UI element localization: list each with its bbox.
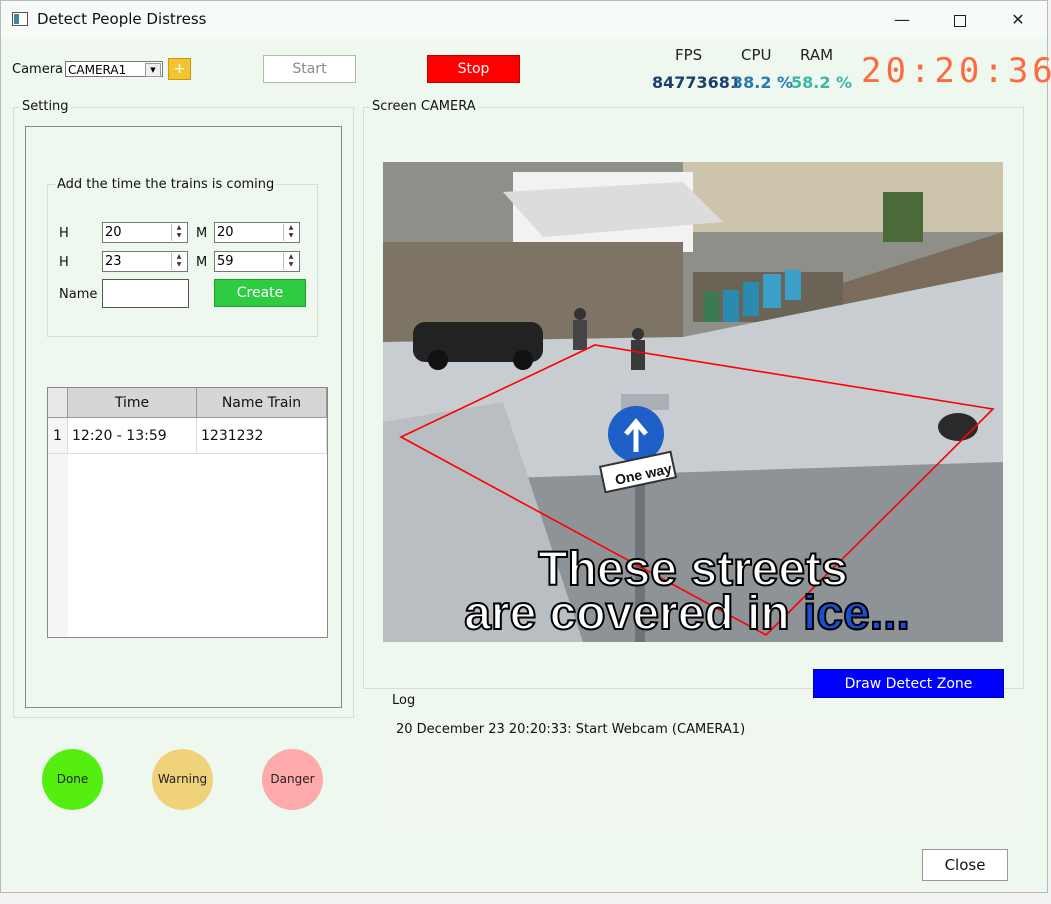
hour-spinbox-2[interactable]: 23 ▲ ▼ [102,251,188,272]
camera-label: Camera [12,62,64,77]
add-camera-button[interactable]: + [168,58,191,80]
create-button[interactable]: Create [214,279,306,307]
status-done-indicator: Done [42,749,103,810]
minute-value-2: 59 [217,254,234,269]
table-cell-name[interactable]: 1231232 [197,418,327,454]
camera-feed[interactable]: One way These streets are covered in ice… [383,162,1003,642]
ram-value: 58.2 % [791,73,853,92]
column-header-name-train[interactable]: Name Train [197,388,327,418]
app-window: Detect People Distress — ✕ Camera CAMERA… [0,0,1051,893]
cpu-label: CPU [741,46,772,64]
maximize-icon [954,14,966,27]
minute-spinbox-2[interactable]: 59 ▲ ▼ [214,251,300,272]
close-window-button[interactable]: ✕ [989,1,1047,39]
log-panel[interactable]: 20 December 23 20:20:33: Start Webcam (C… [392,716,1024,828]
train-time-title: Add the time the trains is coming [55,177,277,192]
minute-value-1: 20 [217,225,234,240]
caption-line-2-start: are covered in [464,587,803,640]
hour-label-2: H [59,255,69,270]
camera-select-value: CAMERA1 [68,63,127,77]
spin-arrows-icon[interactable]: ▲ ▼ [171,224,186,241]
minute-label-1: M [196,226,208,241]
chevron-down-icon[interactable]: ▼ [145,63,161,77]
table-cell-time[interactable]: 12:20 - 13:59 [68,418,197,454]
fps-label: FPS [675,46,703,64]
fps-value: 84773681 [652,73,742,92]
minimize-button[interactable]: — [873,1,931,39]
minute-label-2: M [196,255,208,270]
spin-arrows-icon[interactable]: ▲ ▼ [283,224,298,241]
status-warning-indicator: Warning [152,749,213,810]
ram-label: RAM [800,46,834,64]
start-button[interactable]: Start [263,55,356,83]
row-index: 1 [48,418,68,454]
status-danger-indicator: Danger [262,749,323,810]
cpu-value: 38.2 % [732,73,794,92]
hour-spinbox-1[interactable]: 20 ▲ ▼ [102,222,188,243]
corner-header [48,388,68,418]
spin-arrows-icon[interactable]: ▲ ▼ [171,253,186,270]
train-name-input[interactable] [102,279,189,308]
close-button[interactable]: Close [922,849,1008,881]
minute-spinbox-1[interactable]: 20 ▲ ▼ [214,222,300,243]
name-label: Name [59,287,98,302]
camera-scene: One way These streets are covered in ice… [383,162,1003,642]
caption-line-2-ice: ice... [803,587,910,640]
maximize-button[interactable] [931,1,989,39]
stop-button[interactable]: Stop [427,55,520,83]
hour-value-2: 23 [105,254,122,269]
log-title: Log [392,693,416,708]
train-schedule-table: Time Name Train 1 12:20 - 13:59 1231232 [47,387,328,638]
hour-label-1: H [59,226,69,241]
window-title: Detect People Distress [37,10,207,28]
camera-title: Screen CAMERA [370,99,478,114]
hour-value-1: 20 [105,225,122,240]
caption-line-2: are covered in ice... [464,587,910,640]
app-icon [12,12,28,26]
column-header-time[interactable]: Time [68,388,197,418]
draw-detect-zone-button[interactable]: Draw Detect Zone [813,669,1004,698]
log-entry: 20 December 23 20:20:33: Start Webcam (C… [396,722,746,737]
spin-arrows-icon[interactable]: ▲ ▼ [283,253,298,270]
setting-title: Setting [20,99,71,114]
clock-display: 20:20:36 [861,51,1051,91]
title-bar: Detect People Distress — ✕ [1,1,1047,39]
camera-select[interactable]: CAMERA1 ▼ [65,61,163,77]
